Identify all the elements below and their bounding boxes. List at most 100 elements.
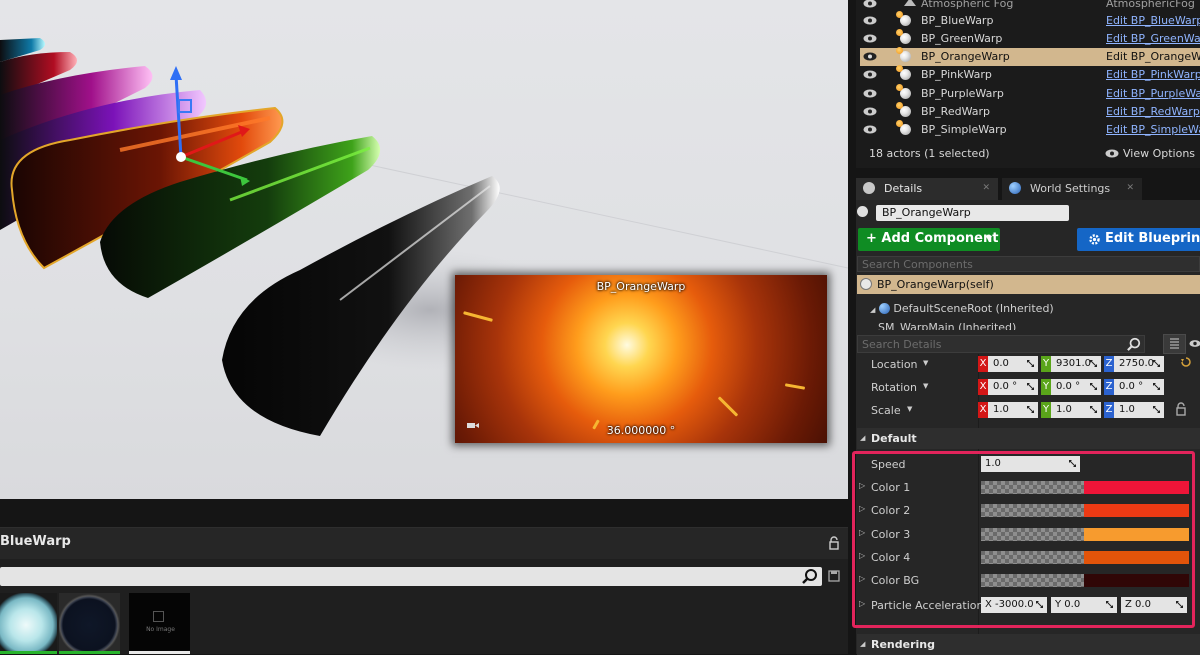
level-viewport[interactable]: BP_OrangeWarp 36.000000 ° <box>0 0 848 499</box>
particle-acceleration-z[interactable]: Z 0.0 <box>1121 597 1187 613</box>
chevron-down-icon[interactable]: ▼ <box>923 359 928 367</box>
edit-blueprint-link[interactable]: Edit BP_PurpleWarp <box>1106 87 1200 100</box>
color-3-swatch[interactable] <box>981 528 1189 541</box>
view-options-button[interactable]: View Options <box>1105 147 1195 160</box>
edit-blueprint-link[interactable]: Edit BP_OrangeWarp <box>1106 50 1200 63</box>
content-browser-titlebar: BlueWarp <box>0 527 848 559</box>
chevron-down-icon[interactable]: ▼ <box>923 382 928 390</box>
fog-icon <box>904 0 916 6</box>
asset-thumbnail-no-image[interactable]: No Image <box>129 593 190 654</box>
spin-arrows-icon[interactable] <box>1027 406 1034 413</box>
outliner-row-orangewarp[interactable]: BP_OrangeWarp Edit BP_OrangeWarp <box>860 47 1200 66</box>
tab-world-settings[interactable]: World Settings ✕ <box>1002 178 1142 200</box>
spin-arrows-icon[interactable] <box>1176 601 1183 608</box>
spin-arrows-icon[interactable] <box>1036 601 1043 608</box>
color-bg-swatch[interactable] <box>981 574 1189 587</box>
actor-name-field[interactable]: BP_OrangeWarp <box>876 205 1069 221</box>
property-color-1: ▷ Color 1 <box>857 476 1200 499</box>
grid-icon <box>1170 338 1179 349</box>
spin-arrows-icon[interactable] <box>1153 383 1160 390</box>
spin-arrows-icon[interactable] <box>1090 360 1097 367</box>
preview-title: BP_OrangeWarp <box>596 280 686 293</box>
expand-arrow-icon[interactable]: ▷ <box>859 599 865 608</box>
property-scale: Scale ▼ X 1.0 Y 1.0 Z 1.0 <box>857 399 1200 422</box>
color-2-swatch[interactable] <box>981 504 1189 517</box>
visibility-eye-icon[interactable] <box>863 52 877 61</box>
property-particle-acceleration: ▷ Particle Acceleration X -3000.0 Y 0.0 … <box>857 594 1200 617</box>
close-icon[interactable]: ✕ <box>982 183 990 193</box>
content-search-input[interactable] <box>0 567 822 586</box>
spin-arrows-icon[interactable] <box>1153 360 1160 367</box>
expand-arrow-icon[interactable]: ▷ <box>859 481 865 490</box>
asset-thumbnail-dark-sphere[interactable] <box>59 593 120 654</box>
preview-value: 36.000000 ° <box>606 424 676 437</box>
visibility-eye-icon[interactable] <box>863 0 877 8</box>
visibility-eye-icon[interactable] <box>863 70 877 79</box>
component-tree-child[interactable]: SM_WarpMain (Inherited) <box>878 321 1016 330</box>
unlock-icon[interactable] <box>1175 402 1187 416</box>
color-4-swatch[interactable] <box>981 551 1189 564</box>
expand-arrow-icon[interactable]: ▷ <box>859 551 865 560</box>
outliner-row-purplewarp[interactable]: BP_PurpleWarp Edit BP_PurpleWarp <box>860 84 1200 103</box>
property-color-4: ▷ Color 4 <box>857 546 1200 569</box>
content-browser-title: BlueWarp <box>0 534 71 549</box>
visibility-eye-icon[interactable] <box>863 89 877 98</box>
edit-blueprint-link[interactable]: Edit BP_PinkWarp <box>1106 68 1200 81</box>
globe-icon <box>1009 182 1021 194</box>
speed-input[interactable]: 1.0 <box>981 456 1080 472</box>
details-panel: BP_OrangeWarp + Add Component ▼ Edit Blu… <box>856 200 1200 655</box>
asset-thumbnail-sphere[interactable] <box>0 593 57 654</box>
lock-icon[interactable] <box>828 536 840 550</box>
spin-arrows-icon[interactable] <box>1090 406 1097 413</box>
spin-arrows-icon[interactable] <box>1090 383 1097 390</box>
spin-arrows-icon[interactable] <box>1027 383 1034 390</box>
reset-arrow-icon[interactable] <box>1181 357 1191 367</box>
property-matrix-button[interactable] <box>1163 334 1186 354</box>
expand-arrow-icon[interactable]: ▷ <box>859 528 865 537</box>
blueprint-actor-icon <box>896 120 911 135</box>
save-icon[interactable] <box>828 570 840 582</box>
collapse-arrow-icon[interactable]: ◢ <box>870 306 875 314</box>
particle-acceleration-x[interactable]: X -3000.0 <box>981 597 1047 613</box>
color-1-swatch[interactable] <box>981 481 1189 494</box>
spin-arrows-icon[interactable] <box>1153 406 1160 413</box>
particle-acceleration-y[interactable]: Y 0.0 <box>1051 597 1117 613</box>
close-icon[interactable]: ✕ <box>1126 183 1134 193</box>
edit-blueprint-link[interactable]: Edit BP_RedWarp <box>1106 105 1200 118</box>
outliner-row-pinkwarp[interactable]: BP_PinkWarp Edit BP_PinkWarp <box>860 65 1200 84</box>
search-components-input[interactable]: Search Components <box>857 256 1200 272</box>
blueprint-actor-icon <box>896 84 911 99</box>
chevron-down-icon: ▼ <box>985 234 992 243</box>
expand-arrow-icon[interactable]: ▷ <box>859 574 865 583</box>
property-location: Location ▼ X 0.0 Y 9301.0 Z 2750.0 <box>857 353 1200 376</box>
collapse-arrow-icon: ◢ <box>860 434 866 442</box>
section-default[interactable]: ◢ Default <box>857 428 1200 449</box>
edit-blueprint-link[interactable]: Edit BP_BlueWarp <box>1106 14 1200 27</box>
spin-arrows-icon[interactable] <box>1106 601 1113 608</box>
visibility-eye-icon[interactable] <box>863 125 877 134</box>
spin-arrows-icon[interactable] <box>1027 360 1034 367</box>
search-icon[interactable] <box>802 568 818 584</box>
edit-blueprint-button[interactable]: Edit Blueprint <box>1077 228 1200 251</box>
outliner-row-greenwarp[interactable]: BP_GreenWarp Edit BP_GreenWarp <box>860 29 1200 48</box>
expand-arrow-icon[interactable]: ▷ <box>859 504 865 513</box>
edit-blueprint-link[interactable]: Edit BP_GreenWarp <box>1106 32 1200 45</box>
add-component-button[interactable]: + Add Component ▼ <box>858 228 1000 251</box>
component-self[interactable]: BP_OrangeWarp(self) <box>857 275 1200 294</box>
visibility-eye-icon[interactable] <box>863 16 877 25</box>
tab-details[interactable]: Details ✕ <box>856 178 998 200</box>
chevron-down-icon[interactable]: ▼ <box>907 405 912 413</box>
spin-arrows-icon[interactable] <box>1069 460 1076 467</box>
search-icon[interactable] <box>1127 337 1141 351</box>
section-rendering[interactable]: ◢ Rendering <box>857 634 1200 655</box>
edit-blueprint-link[interactable]: Edit BP_SimpleWarp <box>1106 123 1200 136</box>
outliner-row-redwarp[interactable]: BP_RedWarp Edit BP_RedWarp <box>860 102 1200 121</box>
search-details-input[interactable]: Search Details <box>857 335 1145 353</box>
view-options-eye-icon[interactable] <box>1189 339 1200 348</box>
visibility-eye-icon[interactable] <box>863 107 877 116</box>
blueprint-actor-icon <box>896 47 911 62</box>
component-tree-root[interactable]: ◢ DefaultSceneRoot (Inherited) <box>870 302 1054 315</box>
outliner-row-simplewarp[interactable]: BP_SimpleWarp Edit BP_SimpleWarp <box>860 120 1200 139</box>
outliner-row-bluewarp[interactable]: BP_BlueWarp Edit BP_BlueWarp <box>860 11 1200 30</box>
visibility-eye-icon[interactable] <box>863 34 877 43</box>
